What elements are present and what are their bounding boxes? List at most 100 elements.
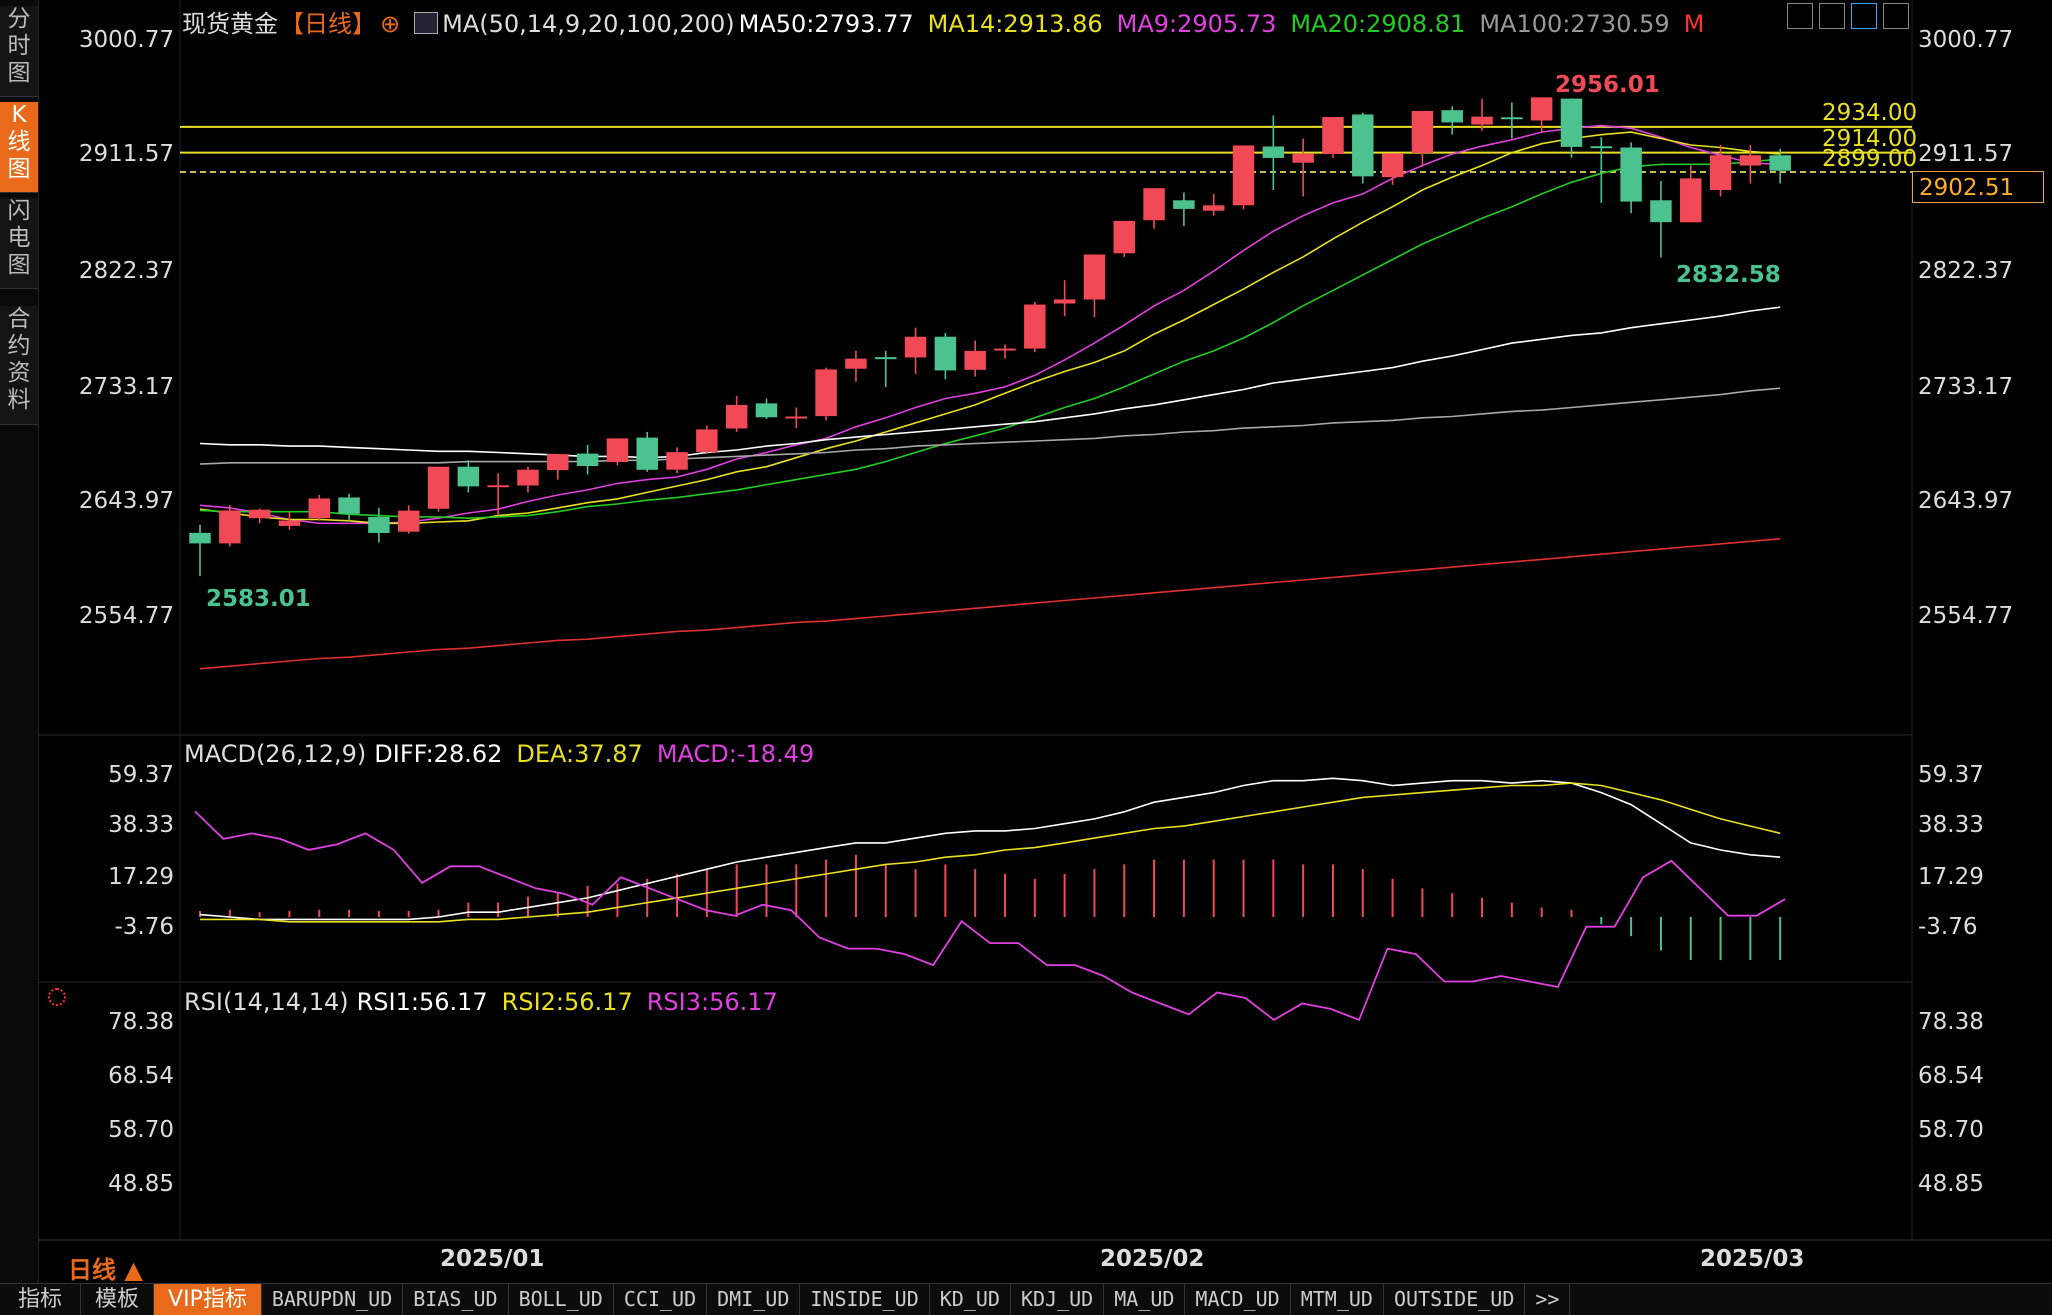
macd-header: MACD(26,12,9) DIFF:28.62 DEA:37.87 MACD:-18… [184,740,828,768]
tab-mtm[interactable]: MTM_UD [1291,1284,1384,1315]
candle-body [755,403,778,418]
rsi-axis-label: 58.70 [108,1117,174,1143]
candle-body [964,350,986,370]
price-axis-label: 2733.17 [78,374,174,400]
ma9-value: MA9:2905.73 [1116,10,1277,38]
candle-body [1769,155,1791,171]
candle-body [1471,116,1493,125]
price-panel-header: 现货黄金【日线】 ⊕ MA(50,14,9,20,100,200) MA50:2793… [182,4,1718,39]
tab-inside[interactable]: INSIDE_UD [800,1284,930,1315]
macd-dea-line [200,782,1781,923]
rsi-axis-label-right: 48.85 [1918,1171,1984,1197]
ma20-value: MA20:2908.81 [1290,10,1466,38]
candle-body [248,509,271,519]
tab-templates[interactable]: 模板 [81,1284,155,1315]
ma-params: MA(50,14,9,20,100,200) [442,10,735,38]
indicator-tab-bar: 指标 模板 VIP指标 BARUPDN_UD BIAS_UD BOLL_UD C… [0,1283,2052,1315]
candle-body [1083,254,1106,300]
rsi-axis-label: 48.85 [108,1171,174,1197]
expand-icon[interactable] [1883,3,1909,29]
candle-body [368,516,390,533]
tab-barupdn[interactable]: BARUPDN_UD [262,1284,404,1315]
candle-body [785,416,808,419]
candle-body [576,453,599,467]
current-price-tag: 2902.51 [1912,171,2044,203]
candle-body [1381,153,1404,178]
tab-kd[interactable]: KD_UD [930,1284,1011,1315]
rsi2-value: RSI2:56.17 [501,988,633,1016]
candle-body [725,404,748,429]
candle-body [278,520,301,526]
add-indicator-icon[interactable]: ⊕ [380,10,400,38]
x-axis-label: 2025/03 [1700,1246,1805,1272]
candle-body [696,429,718,453]
high-annotation: 2956.01 [1555,72,1660,98]
start-low-annotation: 2583.01 [206,586,311,612]
candle-body [219,510,241,544]
macd-axis-label: -3.76 [114,914,174,940]
ma-line-ma50 [199,306,1781,459]
price-axis-label: 2643.97 [78,488,174,514]
price-axis-label-right: 3000.77 [1918,27,2014,53]
candle-body [1501,117,1523,120]
candle-body [904,336,927,358]
tab-dmi[interactable]: DMI_UD [707,1284,801,1315]
chart-canvas[interactable] [0,0,2052,1282]
candle-body [1739,155,1762,166]
candle-body [1202,205,1225,211]
symbol-name: 现货黄金 [182,10,278,38]
rsi-axis-label-right: 68.54 [1918,1063,1984,1089]
candle-body [1113,220,1135,254]
tab-indicators[interactable]: 指标 [0,1284,82,1315]
candle-body [636,437,658,470]
candle-body [994,348,1016,351]
candle-body [1053,299,1076,304]
rsi-header: RSI(14,14,14) RSI1:56.17 RSI2:56.17 RSI3:56… [184,988,792,1016]
candle-body [606,438,629,463]
macd-axis-label-right: -3.76 [1918,914,1978,940]
price-line-label[interactable]: 2934.00 [1822,100,1917,126]
layout-icon[interactable] [1819,3,1845,29]
rsi-title: RSI(14,14,14) [184,988,349,1016]
tab-bias[interactable]: BIAS_UD [403,1284,509,1315]
macd-panel [199,777,1782,961]
chart-type-icon[interactable] [414,12,439,34]
period-selector[interactable]: 日线 ▲ [68,1250,143,1285]
tab-boll[interactable]: BOLL_UD [509,1284,614,1315]
ma-line-ma14 [199,131,1781,525]
price-axis-label-right: 2733.17 [1918,374,2014,400]
more-ma-button[interactable]: M [1684,10,1705,38]
tab-ma[interactable]: MA_UD [1104,1284,1186,1315]
candle-body [1143,188,1165,221]
candle-body [189,532,211,544]
candle-body [1680,178,1702,223]
candle-body [1322,117,1344,155]
tab-outside[interactable]: OUTSIDE_UD [1384,1284,1526,1315]
crosshair-icon[interactable] [1787,3,1813,29]
rsi-settings-icon[interactable] [48,988,66,1006]
price-axis-label: 2554.77 [78,603,174,629]
tab-cci[interactable]: CCI_UD [614,1284,708,1315]
tab-macd[interactable]: MACD_UD [1185,1284,1291,1315]
candle-body [1560,98,1583,147]
candle-body [397,510,420,532]
more-tabs-button[interactable]: >> [1525,1284,1571,1315]
candle-body [1530,97,1553,121]
macd-axis-label: 59.37 [108,762,174,788]
macd-title: MACD(26,12,9) [184,740,367,768]
candle-body [427,466,450,509]
macd-dea: DEA:37.87 [516,740,643,768]
tab-kdj[interactable]: KDJ_UD [1011,1284,1105,1315]
rsi-axis-label: 68.54 [108,1063,174,1089]
tab-vip-indicators[interactable]: VIP指标 [154,1284,262,1315]
price-axis-label-right: 2554.77 [1918,603,2014,629]
drawing-icon[interactable] [1851,3,1877,29]
candle-body [1173,200,1195,209]
candle-body [1262,146,1285,158]
candle-body [338,497,360,514]
candle-body [1650,200,1672,223]
candle-body [1352,114,1374,177]
price-line-label[interactable]: 2899.00 [1822,146,1917,172]
price-axis-label-right: 2822.37 [1918,258,2014,284]
rsi3-value: RSI3:56.17 [646,988,778,1016]
